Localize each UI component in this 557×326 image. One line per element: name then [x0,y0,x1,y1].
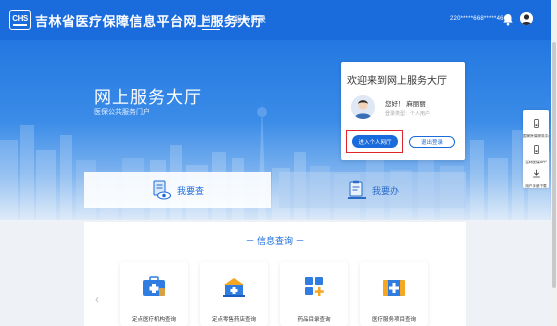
page-scrollbar[interactable] [551,0,557,326]
phone-icon [533,145,539,154]
pharmacy-building-icon [223,278,245,297]
info-query-section: － 信息查询 － 定点医疗机构查询 定点零售药店查询 药品目录查询 医疗服务项目… [84,222,466,326]
side-float-bar: 国家医保服务平台 吉林医保APP 用户手册下载 [523,110,549,188]
scrollbar-thumb[interactable] [552,42,556,288]
tab-handle[interactable]: 我要办 [279,172,466,208]
card-designated-pharmacy[interactable]: 定点零售药店查询 [200,262,268,326]
sidebar-item-national-platform[interactable]: 国家医保服务平台 [523,115,549,139]
welcome-card: 欢迎来到网上服务大厅 您好！ 麻丽丽 登录类型：个人用户 进入个人网厅 退出登录 [341,62,465,160]
card-label: 医疗服务项目查询 [371,317,416,323]
bell-icon[interactable] [502,13,514,26]
top-header: CHS 吉林省医疗保障信息平台网上服务大厅 首页 服务目录 220*****66… [0,0,557,40]
drug-catalog-icon [305,277,324,296]
user-avatar-icon[interactable] [520,12,533,25]
clipboard-pen-icon [347,180,366,199]
banner-title: 网上服务大厅 [94,88,202,107]
nav-home[interactable]: 首页 [202,14,220,30]
tab-query[interactable]: 我要查 [84,172,271,208]
sidebar-item-manual-download[interactable]: 用户手册下载 [523,165,549,189]
card-drug-catalog[interactable]: 药品目录查询 [280,262,348,326]
user-avatar-icon [351,95,375,119]
logout-button[interactable]: 退出登录 [409,136,455,148]
greeting-text: 您好！ 麻丽丽 [385,101,426,108]
section-title: － 信息查询 － [245,236,305,246]
tab-handle-label: 我要办 [371,185,399,196]
download-icon [532,169,540,178]
card-label: 药品目录查询 [297,317,331,323]
sidebar-item-label: 用户手册下载 [525,184,547,188]
carousel-prev-icon[interactable]: ‹ [95,292,99,306]
welcome-title: 欢迎来到网上服务大厅 [347,76,447,87]
card-designated-medical-institution[interactable]: 定点医疗机构查询 [120,262,188,326]
card-label: 定点医疗机构查询 [131,317,176,323]
document-eye-icon [153,180,171,200]
site-title[interactable]: 吉林省医疗保障信息平台网上服务大厅 [35,11,265,30]
login-type-text: 登录类型：个人用户 [385,111,431,117]
card-label: 定点零售药店查询 [211,317,256,323]
enter-personal-hall-button[interactable]: 进入个人网厅 [352,135,398,148]
tab-query-label: 我要查 [176,185,204,196]
medical-kit-icon [383,280,405,296]
nav-service-directory[interactable]: 服务目录 [234,14,266,25]
site-logo[interactable]: CHS [9,10,31,30]
phone-icon [533,119,539,128]
medical-kit-icon [143,276,165,296]
logo-text: CHS [12,13,28,23]
banner-subtitle: 医保公共服务门户 [94,109,150,116]
card-medical-service-items[interactable]: 医疗服务项目查询 [360,262,428,326]
